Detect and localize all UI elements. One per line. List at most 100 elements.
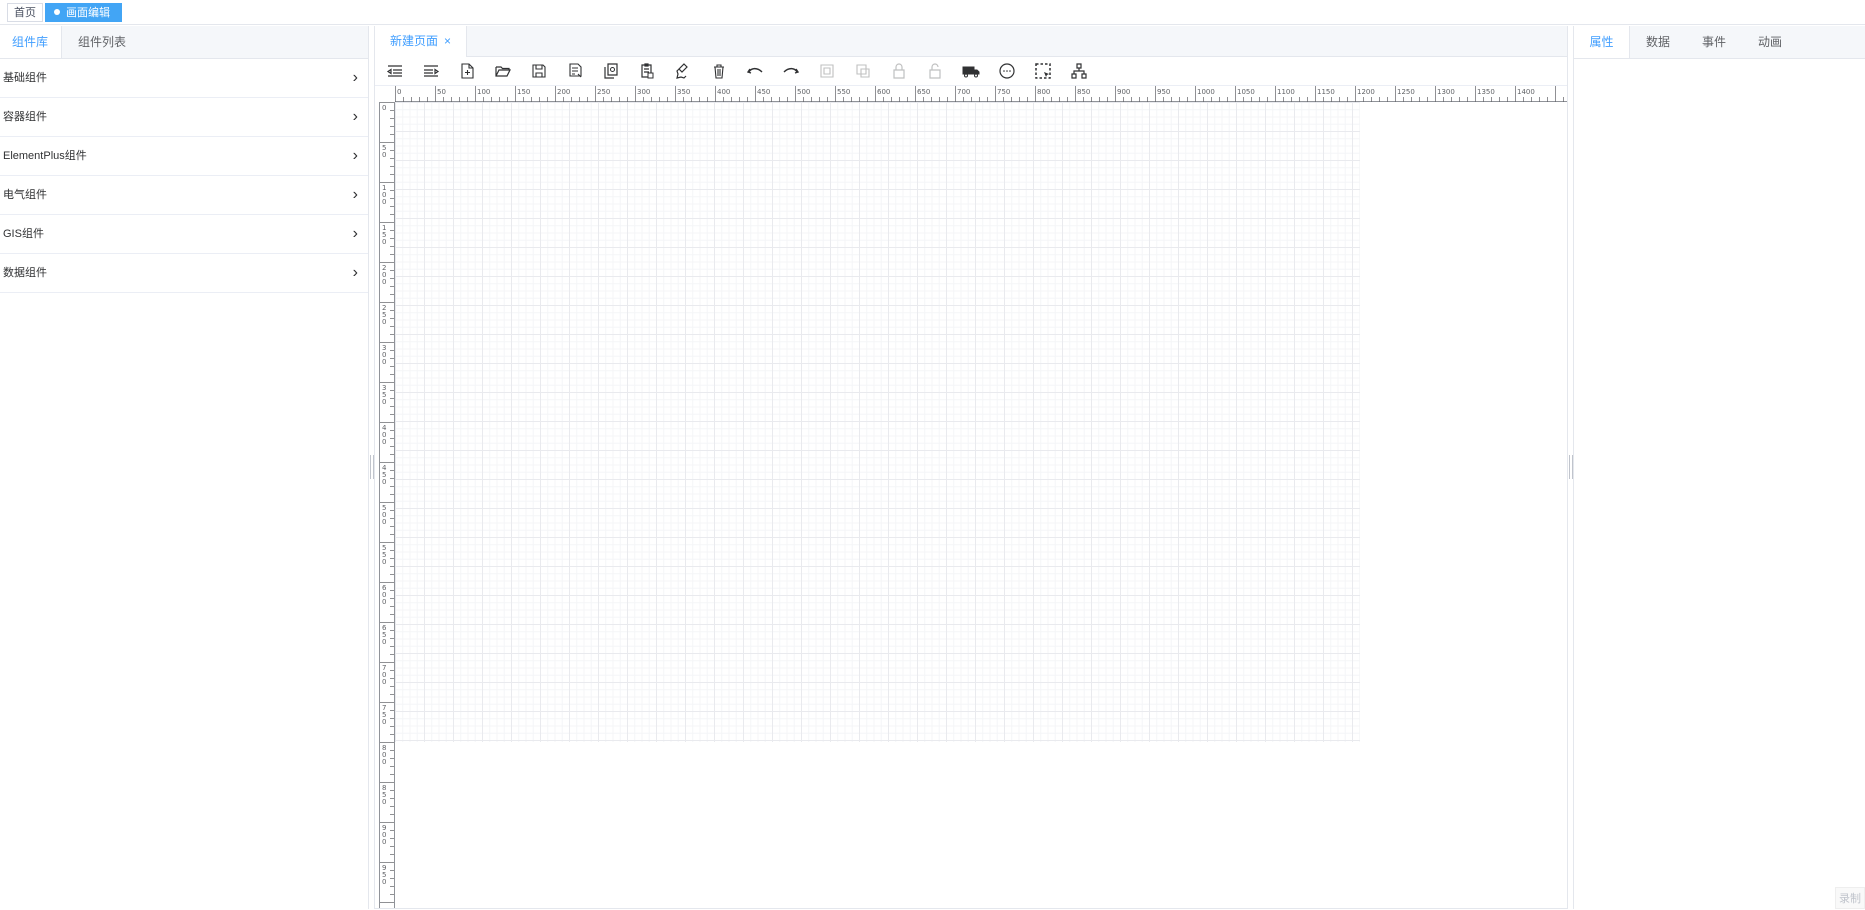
ruler-label: 1400 [1517, 88, 1535, 96]
tab-component-library[interactable]: 组件库 [0, 26, 62, 58]
group-electrical[interactable]: 电气组件 › [0, 176, 368, 215]
horizontal-ruler-svg: 0 50 100 150 200 250 300 350 400 450 500 550 600 650 7… [395, 86, 1564, 102]
hierarchy-icon[interactable] [1069, 61, 1089, 81]
tab-events[interactable]: 事件 [1690, 26, 1738, 58]
chevron-right-icon: › [352, 225, 358, 242]
ruler-label: 750 [997, 88, 1010, 96]
group-label: 容器组件 [3, 111, 47, 123]
top-tab-editor[interactable]: 画面编辑× [45, 3, 122, 38]
ruler-label: 850 [382, 784, 386, 806]
ruler-label: 500 [797, 88, 810, 96]
select-area-icon[interactable] [1033, 61, 1053, 81]
ruler-label: 250 [597, 88, 610, 96]
editor-toolbar [375, 57, 1567, 86]
ruler-label: 950 [382, 864, 386, 886]
close-icon[interactable]: × [444, 34, 451, 48]
chevron-right-icon: › [352, 186, 358, 203]
ruler-label: 300 [382, 344, 386, 366]
lock-icon[interactable] [889, 61, 909, 81]
paste-icon[interactable] [637, 61, 657, 81]
group-icon[interactable] [817, 61, 837, 81]
top-tab-home[interactable]: 首页 [7, 3, 43, 22]
group-gis[interactable]: GIS组件 › [0, 215, 368, 254]
ruler-label: 600 [877, 88, 890, 96]
active-dot-icon [54, 9, 60, 16]
ungroup-icon[interactable] [853, 61, 873, 81]
delete-icon[interactable] [709, 61, 729, 81]
indent-left-icon[interactable] [385, 61, 405, 81]
unlock-icon[interactable] [925, 61, 945, 81]
ruler-label: 1200 [1357, 88, 1375, 96]
group-elementplus[interactable]: ElementPlus组件 › [0, 137, 368, 176]
ruler-label: 1350 [1477, 88, 1495, 96]
group-label: 基础组件 [3, 72, 47, 84]
ruler-label: 450 [757, 88, 770, 96]
more-icon[interactable] [997, 61, 1017, 81]
save-as-icon[interactable] [565, 61, 585, 81]
ruler-label: 650 [382, 624, 387, 646]
ruler-label: 250 [382, 304, 386, 326]
top-tab-editor-label: 画面编辑 [66, 7, 110, 19]
component-panel: 组件库 组件列表 基础组件 › 容器组件 › ElementPlus组件 › 电气组件… [0, 26, 369, 909]
horizontal-ruler: 0 50 100 150 200 250 300 350 400 450 500 550 600 650 7… [395, 86, 1567, 102]
ruler-label: 600 [382, 584, 387, 606]
ruler-label: 1000 [1197, 88, 1215, 96]
ruler-label: 900 [1117, 88, 1130, 96]
ruler-label: 50 [437, 88, 446, 96]
editor-area: 新建页面 × 0 50 100 150 200 250 300 350 400 450 500 550 6… [374, 26, 1568, 909]
ruler-label: 1300 [1437, 88, 1455, 96]
page-tabs: 新建页面 × [375, 26, 1567, 57]
design-canvas[interactable] [395, 102, 1360, 742]
ruler-label: 200 [382, 264, 386, 286]
group-label: 电气组件 [3, 189, 47, 201]
ruler-label: 850 [1077, 88, 1090, 96]
ruler-label: 800 [382, 744, 386, 766]
chevron-right-icon: › [352, 264, 358, 281]
ruler-label: 200 [557, 88, 570, 96]
ruler-label: 550 [382, 544, 386, 566]
canvas-area: 0 50 100 150 200 250 300 350 400 450 500 550 600 650 7… [375, 86, 1567, 908]
page-tab-label: 新建页面 [390, 34, 439, 48]
tab-animation[interactable]: 动画 [1746, 26, 1794, 58]
tab-properties[interactable]: 属性 [1574, 26, 1630, 58]
ruler-label: 900 [382, 824, 386, 846]
top-tabs-bar: 首页 画面编辑× [0, 0, 1865, 38]
indent-right-icon[interactable] [421, 61, 441, 81]
ruler-label: 150 [382, 224, 386, 246]
tab-data[interactable]: 数据 [1634, 26, 1682, 58]
tab-component-list[interactable]: 组件列表 [66, 26, 138, 58]
ruler-label: 550 [837, 88, 850, 96]
group-basic[interactable]: 基础组件 › [0, 59, 368, 98]
property-panel: 属性 数据 事件 动画 录制 [1573, 26, 1865, 909]
vertical-ruler-svg: 0 5 0 1 0 0 1 5 0 2 0 0 2 5 0 3 0 0 3 5 0 4 0 0 4 5 0 5 0 0 5 5 0 6 0 0 6 5 0 7… [380, 102, 394, 903]
copy-icon[interactable] [601, 61, 621, 81]
ruler-label: 350 [382, 384, 386, 406]
undo-icon[interactable] [745, 61, 765, 81]
chevron-right-icon: › [352, 69, 358, 86]
ruler-label: 950 [1157, 88, 1170, 96]
left-tabs: 组件库 组件列表 [0, 26, 368, 59]
chevron-right-icon: › [352, 147, 358, 164]
open-folder-icon[interactable] [493, 61, 513, 81]
redo-icon[interactable] [781, 61, 801, 81]
truck-icon[interactable] [961, 61, 981, 81]
group-data[interactable]: 数据组件 › [0, 254, 368, 293]
ruler-label: 300 [637, 88, 650, 96]
ruler-label: 400 [717, 88, 730, 96]
ruler-label: 0 [382, 104, 386, 112]
ruler-label: 400 [382, 424, 387, 446]
right-tabs: 属性 数据 事件 动画 [1574, 26, 1865, 59]
ruler-label: 350 [677, 88, 690, 96]
ruler-label: 100 [382, 184, 386, 206]
ruler-label: 500 [382, 504, 386, 526]
brush-icon[interactable] [673, 61, 693, 81]
save-icon[interactable] [529, 61, 549, 81]
group-container[interactable]: 容器组件 › [0, 98, 368, 137]
group-label: 数据组件 [3, 267, 47, 279]
new-file-icon[interactable] [457, 61, 477, 81]
ruler-label: 50 [382, 144, 386, 159]
group-label: GIS组件 [3, 228, 44, 240]
ruler-label: 650 [917, 88, 930, 96]
ruler-label: 1050 [1237, 88, 1255, 96]
tab-new-page[interactable]: 新建页面 × [375, 26, 468, 57]
